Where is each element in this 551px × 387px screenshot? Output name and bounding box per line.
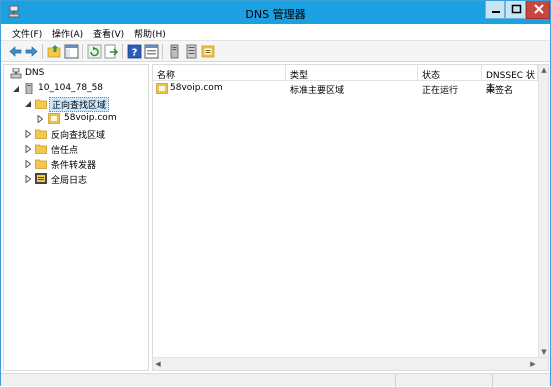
maximize-button[interactable] xyxy=(505,1,526,19)
tree-node-trust-points[interactable]: 信任点 xyxy=(4,142,148,156)
folder-icon xyxy=(35,159,47,169)
cell-name: 58voip.com xyxy=(170,83,223,93)
status-bar xyxy=(1,373,550,387)
menu-bar: 文件(F) 操作(A) 查看(V) 帮助(H) xyxy=(1,24,550,41)
toolbar-separator xyxy=(42,44,43,59)
server-icon xyxy=(25,83,33,94)
dns-root-icon xyxy=(10,68,22,79)
close-button[interactable] xyxy=(526,1,550,19)
collapsed-arrow-icon[interactable] xyxy=(24,160,32,168)
toolbar-separator xyxy=(82,44,83,59)
zone-icon xyxy=(48,113,60,124)
collapsed-arrow-icon[interactable] xyxy=(24,130,32,138)
server-icon[interactable] xyxy=(167,44,182,59)
menu-action[interactable]: 操作(A) xyxy=(52,27,83,40)
column-header-dnssec[interactable]: DNSSEC 状态 xyxy=(482,65,538,94)
minimize-icon xyxy=(492,11,500,13)
vertical-scrollbar[interactable]: ▲ ▼ xyxy=(538,65,548,357)
toolbar-separator xyxy=(162,44,163,59)
menu-file[interactable]: 文件(F) xyxy=(12,27,42,40)
scroll-left-icon[interactable]: ◀ xyxy=(153,359,163,369)
cell-status: 正在运行 xyxy=(422,86,459,96)
collapsed-arrow-icon[interactable] xyxy=(24,145,32,153)
column-header-type[interactable]: 类型 xyxy=(286,65,418,81)
column-header-name[interactable]: 名称 xyxy=(153,65,286,81)
tree-node-forward-zones[interactable]: 正向查找区域 xyxy=(4,97,148,112)
column-label-type: 类型 xyxy=(290,71,309,81)
folder-icon xyxy=(35,144,47,154)
show-hide-tree-icon[interactable] xyxy=(64,44,79,59)
tree-label-server: 10_104_78_58 xyxy=(38,83,104,93)
tree-label-forward-zones: 正向查找区域 xyxy=(49,97,110,112)
collapsed-arrow-icon[interactable] xyxy=(36,115,44,123)
tree-node-conditional-forwarders[interactable]: 条件转发器 xyxy=(4,157,148,171)
title-bar: DNS 管理器 xyxy=(1,1,550,24)
cell-dnssec: 未签名 xyxy=(486,86,514,96)
maximize-icon xyxy=(511,4,522,14)
tree-node-global-logs[interactable]: 全局日志 xyxy=(4,172,148,186)
scroll-right-icon[interactable]: ▶ xyxy=(528,359,538,369)
server-list-icon[interactable] xyxy=(184,44,199,59)
zone-icon[interactable] xyxy=(201,44,216,59)
expanded-arrow-icon[interactable] xyxy=(12,85,20,93)
scroll-up-icon[interactable]: ▲ xyxy=(539,65,549,75)
tree-node-reverse-zones[interactable]: 反向查找区域 xyxy=(4,127,148,141)
menu-help[interactable]: 帮助(H) xyxy=(134,27,166,40)
column-label-status: 状态 xyxy=(422,71,441,81)
zone-icon xyxy=(156,83,168,94)
status-segment xyxy=(395,374,492,387)
help-icon[interactable]: ? xyxy=(127,44,142,59)
minimize-button[interactable] xyxy=(485,1,505,19)
collapsed-arrow-icon[interactable] xyxy=(24,175,32,183)
folder-icon xyxy=(35,99,47,109)
event-log-icon xyxy=(35,173,47,184)
dns-manager-window: DNS 管理器 文件(F) 操作(A) 查看(V) 帮助(H) ? DNS 10… xyxy=(0,0,551,387)
tree-node-server[interactable]: 10_104_78_58 xyxy=(4,82,148,96)
properties-icon[interactable] xyxy=(144,44,159,59)
tree-label-trust-points: 信任点 xyxy=(51,146,79,156)
console-tree: DNS 10_104_78_58 正向查找区域 58voip.com 反向查找区… xyxy=(3,64,149,371)
toolbar-separator xyxy=(122,44,123,59)
back-arrow-icon[interactable] xyxy=(8,44,23,59)
menu-view[interactable]: 查看(V) xyxy=(93,27,124,40)
up-folder-icon[interactable] xyxy=(47,44,62,59)
svg-text:?: ? xyxy=(132,48,138,59)
result-list: 名称 类型 状态 DNSSEC 状态 58voip.com 标准主要区域 正在运… xyxy=(152,64,549,371)
window-title: DNS 管理器 xyxy=(245,8,306,21)
cell-type: 标准主要区域 xyxy=(290,86,345,96)
export-list-icon[interactable] xyxy=(104,44,119,59)
status-segment xyxy=(492,374,550,387)
toolbar: ? xyxy=(1,41,550,62)
forward-arrow-icon[interactable] xyxy=(24,44,39,59)
column-label-name: 名称 xyxy=(157,71,176,81)
expanded-arrow-icon[interactable] xyxy=(24,100,32,108)
folder-icon xyxy=(35,129,47,139)
refresh-icon[interactable] xyxy=(87,44,102,59)
tree-label-dns: DNS xyxy=(25,68,45,78)
scroll-down-icon[interactable]: ▼ xyxy=(539,347,549,357)
tree-label-conditional-forwarders: 条件转发器 xyxy=(51,161,97,171)
horizontal-scrollbar[interactable]: ◀ ▶ xyxy=(153,357,548,370)
tree-node-zone[interactable]: 58voip.com xyxy=(4,112,148,126)
tree-label-zone: 58voip.com xyxy=(64,113,117,123)
tree-label-reverse-zones: 反向查找区域 xyxy=(51,131,106,141)
column-header-status[interactable]: 状态 xyxy=(418,65,482,81)
tree-label-global-logs: 全局日志 xyxy=(51,176,88,186)
tree-node-dns[interactable]: DNS xyxy=(4,67,148,81)
close-icon xyxy=(534,4,544,14)
